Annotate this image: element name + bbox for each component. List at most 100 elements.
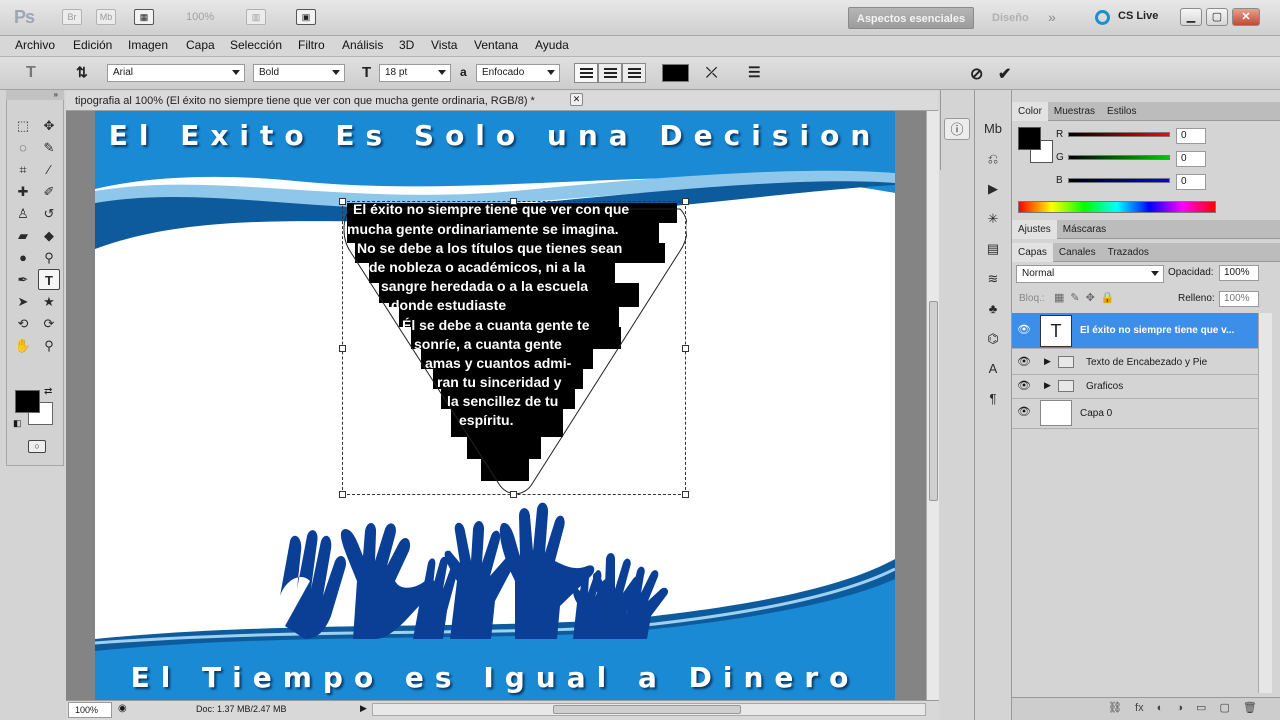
warp-text-icon[interactable]: ⤫: [706, 64, 717, 81]
lasso-tool-icon[interactable]: ◌: [12, 137, 34, 158]
menu-3d[interactable]: 3D: [399, 38, 414, 52]
zoom-level-display[interactable]: 100%: [186, 11, 214, 23]
visibility-eye-icon[interactable]: 👁: [1016, 323, 1032, 339]
shape-tool-icon[interactable]: ★: [38, 291, 60, 312]
vertical-scrollbar[interactable]: [926, 111, 939, 700]
tools-collapse-icon[interactable]: »: [6, 90, 64, 100]
tab-mascaras[interactable]: Máscaras: [1057, 220, 1112, 239]
layer-row-pixel[interactable]: 👁 Capa 0: [1012, 399, 1258, 429]
screen-mode-icon[interactable]: ▣: [296, 9, 316, 25]
layers-scrollbar[interactable]: [1258, 313, 1272, 693]
history-brush-tool-icon[interactable]: ↺: [38, 203, 60, 224]
tab-estilos[interactable]: Estilos: [1101, 102, 1142, 121]
foreground-color-swatch[interactable]: [15, 390, 40, 413]
more-workspaces-icon[interactable]: »: [1048, 9, 1056, 25]
color-spectrum-bar[interactable]: [1018, 201, 1216, 213]
visibility-eye-icon[interactable]: 👁: [1016, 379, 1032, 395]
zoom-tool-icon[interactable]: ⚲: [38, 335, 60, 356]
transform-handle[interactable]: [682, 345, 689, 352]
minimize-button[interactable]: ▁: [1180, 8, 1202, 26]
font-size-select[interactable]: 18 pt: [379, 64, 451, 82]
r-value[interactable]: 0: [1176, 128, 1206, 144]
align-center-button[interactable]: [598, 63, 622, 83]
visibility-eye-icon[interactable]: 👁: [1016, 405, 1032, 421]
tab-trazados[interactable]: Trazados: [1102, 243, 1155, 262]
3d-panel-icon[interactable]: ✳: [980, 208, 1006, 230]
3d-rotate-tool-icon[interactable]: ⟲: [12, 313, 34, 334]
menu-ayuda[interactable]: Ayuda: [535, 38, 569, 52]
vertical-scroll-thumb[interactable]: [929, 301, 938, 501]
paint-bucket-tool-icon[interactable]: ◆: [38, 225, 60, 246]
tab-capas[interactable]: Capas: [1012, 243, 1053, 262]
workspace-design-button[interactable]: Diseño: [985, 7, 1036, 29]
brushes-panel-icon[interactable]: ≋: [980, 268, 1006, 290]
stamp-tool-icon[interactable]: ♙: [12, 203, 34, 224]
opacity-value[interactable]: 100%: [1219, 265, 1259, 281]
hand-tool-icon[interactable]: ✋: [12, 335, 34, 356]
tab-muestras[interactable]: Muestras: [1048, 102, 1101, 121]
pen-tool-icon[interactable]: ✒: [12, 269, 34, 290]
clone-source-icon[interactable]: ♣: [980, 298, 1006, 320]
history-panel-icon[interactable]: ⎌: [980, 148, 1006, 170]
blend-mode-select[interactable]: Normal: [1016, 265, 1164, 283]
default-colors-icon[interactable]: ◧: [13, 418, 22, 429]
tab-color[interactable]: Color: [1012, 102, 1048, 121]
menu-analisis[interactable]: Análisis: [342, 38, 383, 52]
character-panel-icon[interactable]: A: [980, 358, 1006, 380]
expand-triangle-icon[interactable]: ▶: [1044, 356, 1051, 367]
info-panel-icon[interactable]: ⓘ: [944, 118, 970, 140]
dodge-tool-icon[interactable]: ⚲: [38, 247, 60, 268]
type-tool-icon[interactable]: T: [38, 269, 60, 290]
transform-handle[interactable]: [510, 198, 517, 205]
menu-archivo[interactable]: Archivo: [15, 38, 55, 52]
healing-brush-tool-icon[interactable]: ✚: [12, 181, 34, 202]
layer-comps-icon[interactable]: ▤: [980, 238, 1006, 260]
paragraph-panel-icon[interactable]: ¶: [980, 388, 1006, 410]
text-orientation-icon[interactable]: ⇅: [76, 64, 88, 81]
transform-handle[interactable]: [510, 491, 517, 498]
arrange-documents-icon[interactable]: ▥: [246, 9, 266, 25]
lock-icons[interactable]: ▦✎✥🔒: [1054, 291, 1121, 304]
document-tab-title[interactable]: tipografia al 100% (El éxito no siempre …: [75, 95, 535, 107]
crop-tool-icon[interactable]: ⌗: [12, 159, 34, 180]
document-canvas[interactable]: El Exito Es Solo una Decision El Tiempo …: [95, 111, 895, 700]
text-color-swatch[interactable]: [662, 64, 689, 82]
layer-row-text[interactable]: 👁 T El éxito no siempre tiene que v...: [1012, 313, 1258, 349]
status-menu-arrow[interactable]: ▶: [360, 703, 367, 714]
marquee-tool-icon[interactable]: ⬚: [12, 115, 34, 136]
maximize-button[interactable]: ▢: [1206, 8, 1228, 26]
color-fg-swatch[interactable]: [1018, 127, 1041, 150]
eraser-tool-icon[interactable]: ▰: [12, 225, 34, 246]
transform-handle[interactable]: [339, 198, 346, 205]
close-document-icon[interactable]: ✕: [570, 93, 583, 106]
move-tool-icon[interactable]: ✥: [38, 115, 60, 136]
r-slider[interactable]: [1068, 132, 1170, 137]
tab-canales[interactable]: Canales: [1053, 243, 1102, 262]
menu-ventana[interactable]: Ventana: [474, 38, 518, 52]
layer-row-group[interactable]: 👁 ▶ Graficos: [1012, 375, 1258, 399]
cancel-edits-icon[interactable]: ⊘: [970, 64, 983, 84]
transform-handle[interactable]: [339, 491, 346, 498]
menu-vista[interactable]: Vista: [431, 38, 457, 52]
menu-filtro[interactable]: Filtro: [298, 38, 325, 52]
close-button[interactable]: ✕: [1232, 8, 1260, 26]
g-value[interactable]: 0: [1176, 151, 1206, 167]
menu-seleccion[interactable]: Selección: [230, 38, 282, 52]
horizontal-scrollbar[interactable]: [372, 703, 926, 716]
g-slider[interactable]: [1068, 155, 1170, 160]
quick-select-tool-icon[interactable]: ✎: [38, 137, 60, 158]
align-left-button[interactable]: [574, 63, 598, 83]
fill-value[interactable]: 100%: [1219, 291, 1259, 307]
minibridge-panel-icon[interactable]: Mb: [980, 118, 1006, 140]
font-family-select[interactable]: Arial: [107, 64, 245, 82]
text-tool-preset-icon[interactable]: T: [26, 64, 36, 82]
transform-handle[interactable]: [339, 345, 346, 352]
actions-panel-icon[interactable]: ▶: [980, 178, 1006, 200]
path-select-tool-icon[interactable]: ➤: [12, 291, 34, 312]
b-slider[interactable]: [1068, 178, 1170, 183]
align-right-button[interactable]: [622, 63, 646, 83]
character-panel-icon[interactable]: ☰: [748, 64, 761, 81]
tab-ajustes[interactable]: Ajustes: [1012, 220, 1057, 239]
bridge-icon[interactable]: Br: [62, 9, 82, 25]
layers-panel-footer[interactable]: ⛓ fx ◐ ◑ ▭ ▢ 🗑: [1012, 697, 1280, 720]
